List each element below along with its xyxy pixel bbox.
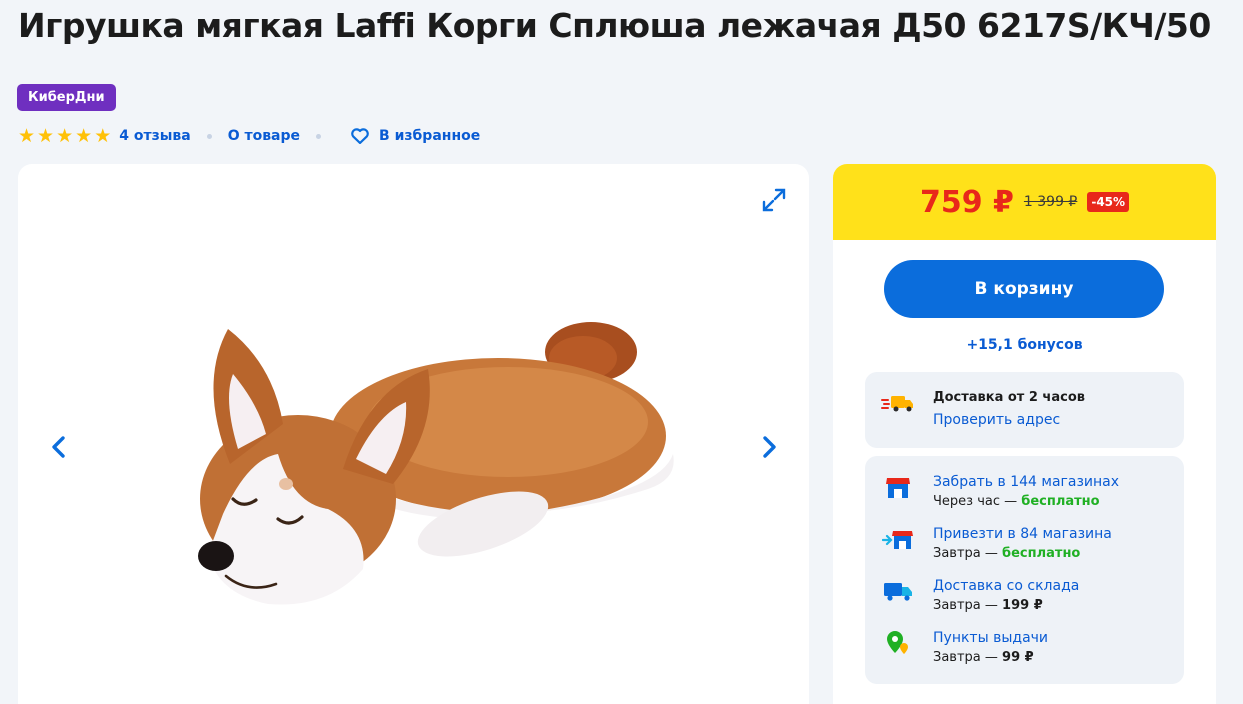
delivery-option-cost: бесплатно	[1002, 546, 1081, 561]
star-icon: ★	[18, 125, 36, 147]
expand-icon[interactable]	[760, 186, 788, 214]
delivery-options-box: Забрать в 144 магазинах Через час — бесп…	[865, 456, 1184, 684]
delivery-option-when: Через час —	[933, 494, 1022, 509]
page-title: Игрушка мягкая Laffi Корги Сплюша лежача…	[18, 6, 1211, 45]
about-product-link[interactable]: О товаре	[228, 128, 300, 144]
map-pin-icon	[881, 628, 915, 658]
heart-icon[interactable]	[351, 128, 369, 144]
old-price: 1 399 ₽	[1023, 194, 1078, 210]
star-icon: ★	[94, 125, 112, 147]
delivery-option[interactable]: Привезти в 84 магазина Завтра — бесплатн…	[881, 524, 1112, 564]
separator-dot	[316, 133, 322, 139]
delivery-option-when: Завтра —	[933, 650, 1003, 665]
truck-icon	[881, 576, 915, 606]
product-image[interactable]	[178, 314, 698, 614]
star-icon: ★	[37, 125, 55, 147]
separator-dot	[206, 133, 212, 139]
reviews-link[interactable]: 4 отзыва	[119, 128, 190, 144]
delivery-option[interactable]: Забрать в 144 магазинах Через час — бесп…	[881, 472, 1119, 512]
bonus-points: +15,1 бонусов	[966, 337, 1083, 353]
check-address-link[interactable]: Проверить адрес	[933, 410, 1085, 430]
star-icon: ★	[56, 125, 74, 147]
promo-badge[interactable]: КиберДни	[17, 84, 116, 111]
fast-truck-icon	[881, 388, 915, 418]
current-price: 759 ₽	[919, 184, 1014, 220]
add-to-cart-button[interactable]: В корзину	[884, 260, 1164, 318]
chevron-left-icon[interactable]	[46, 432, 72, 462]
favorite-link[interactable]: В избранное	[379, 128, 480, 144]
delivery-option-when: Завтра —	[933, 598, 1003, 613]
delivery-option[interactable]: Доставка со склада Завтра — 199 ₽	[881, 576, 1079, 616]
delivery-option-cost: бесплатно	[1021, 494, 1100, 509]
delivery-option-title[interactable]: Привезти в 84 магазина	[933, 524, 1112, 544]
rating-stars[interactable]: ★ ★ ★ ★ ★	[18, 126, 111, 146]
delivery-option-title[interactable]: Пункты выдачи	[933, 628, 1048, 648]
store-transfer-icon	[881, 524, 915, 554]
express-delivery-title: Доставка от 2 часов	[933, 390, 1085, 405]
buy-panel: 759 ₽ 1 399 ₽ -45% В корзину +15,1 бонус…	[833, 164, 1216, 704]
delivery-option-when: Завтра —	[933, 546, 1003, 561]
delivery-option[interactable]: Пункты выдачи Завтра — 99 ₽	[881, 628, 1048, 668]
delivery-option-title[interactable]: Доставка со склада	[933, 576, 1079, 596]
product-meta-row: ★ ★ ★ ★ ★ 4 отзыва О товаре В избранное	[18, 126, 480, 146]
delivery-option-cost: 99 ₽	[1002, 650, 1034, 665]
star-icon: ★	[75, 125, 93, 147]
delivery-option-title[interactable]: Забрать в 144 магазинах	[933, 472, 1119, 492]
chevron-right-icon[interactable]	[756, 432, 782, 462]
delivery-option-cost: 199 ₽	[1002, 598, 1043, 613]
store-icon	[881, 472, 915, 502]
discount-badge: -45%	[1087, 192, 1130, 212]
express-delivery-box: Доставка от 2 часов Проверить адрес	[865, 372, 1184, 448]
product-gallery	[18, 164, 809, 704]
price-bar: 759 ₽ 1 399 ₽ -45%	[833, 164, 1216, 240]
